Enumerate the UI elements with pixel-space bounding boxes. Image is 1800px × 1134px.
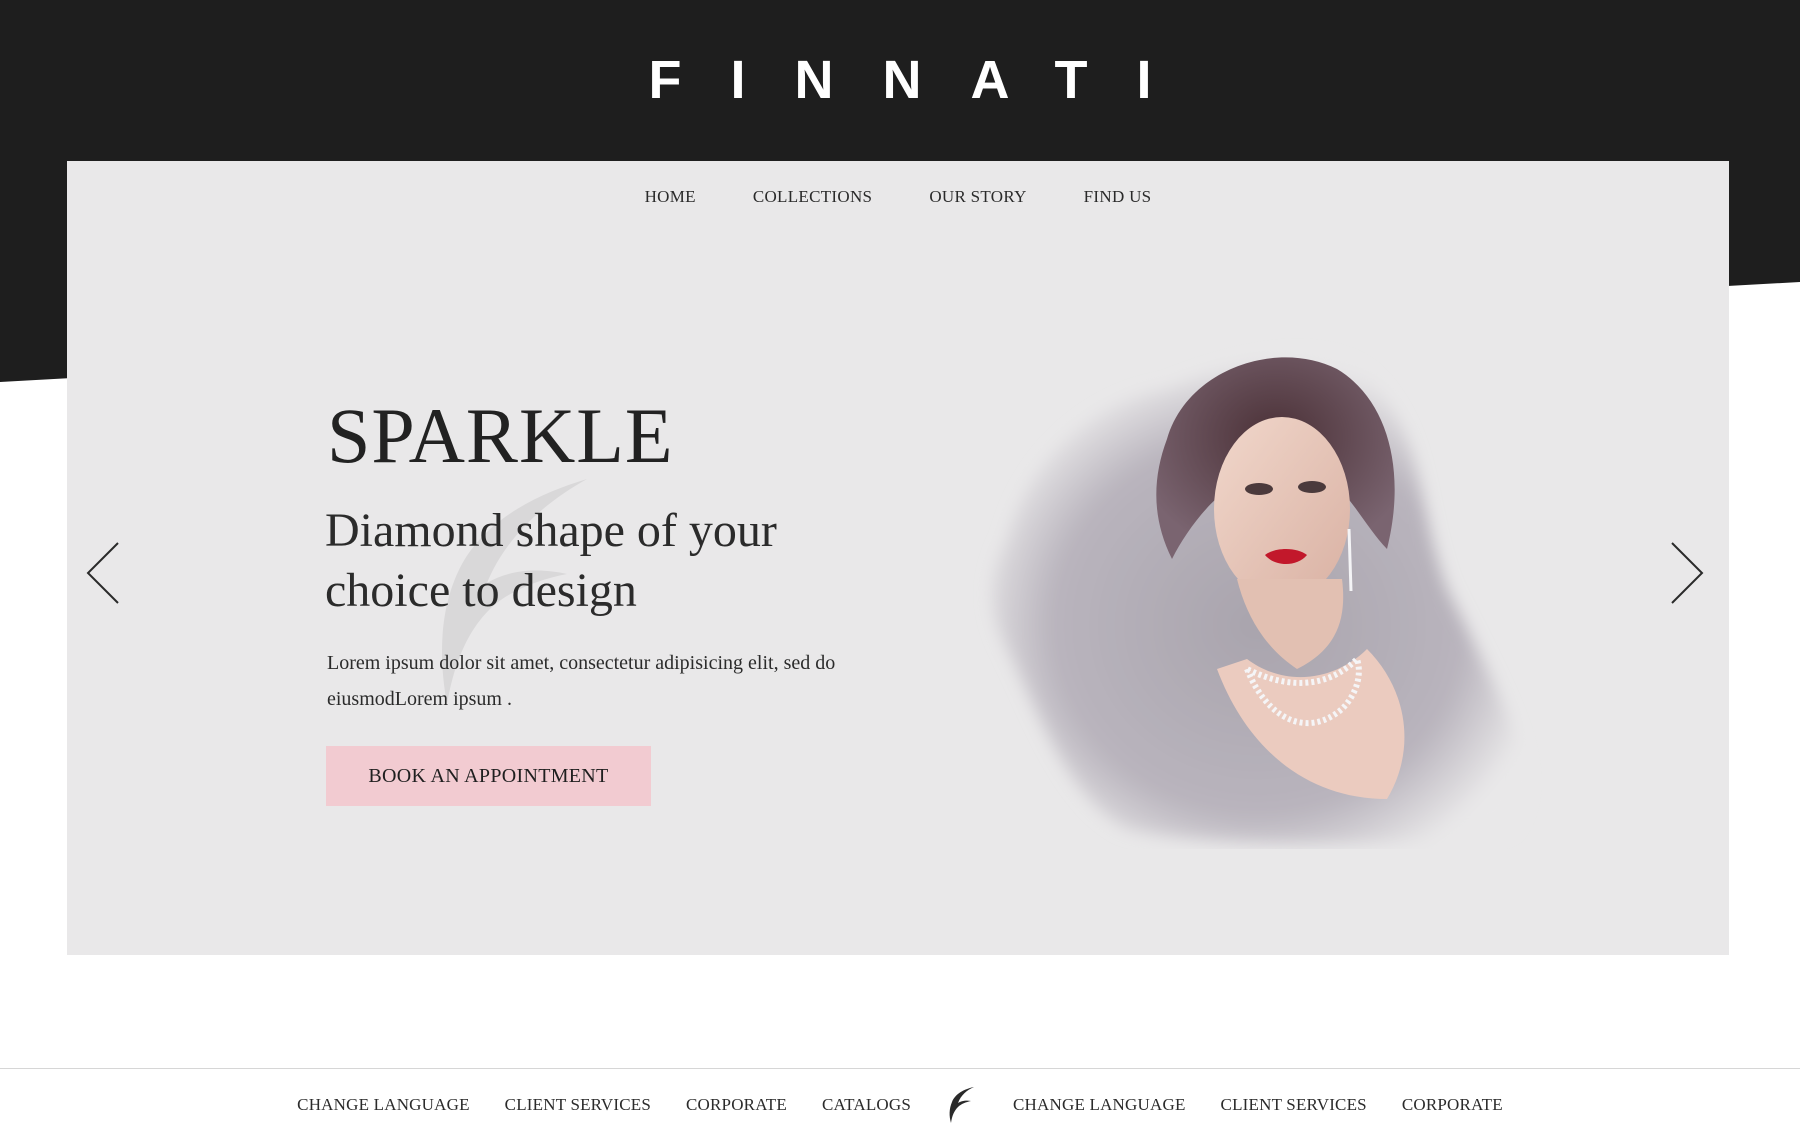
footer-client-services-2[interactable]: CLIENT SERVICES (1221, 1095, 1367, 1115)
footer-corporate[interactable]: CORPORATE (686, 1095, 787, 1115)
footer-divider (0, 1068, 1800, 1069)
nav-item-home[interactable]: HOME (645, 187, 696, 207)
chevron-left-icon[interactable] (85, 541, 125, 605)
footer-client-services[interactable]: CLIENT SERVICES (505, 1095, 651, 1115)
chevron-right-icon[interactable] (1665, 541, 1705, 605)
main-nav: HOME COLLECTIONS OUR STORY FIND US (67, 187, 1729, 207)
hero-body: Lorem ipsum dolor sit amet, consectetur … (327, 652, 836, 710)
finnati-f-logo-icon[interactable] (946, 1085, 978, 1125)
footer-change-language-2[interactable]: CHANGE LANGUAGE (1013, 1095, 1186, 1115)
hero-title: SPARKLE (327, 392, 674, 479)
hero-banner: HOME COLLECTIONS OUR STORY FIND US SPARK… (67, 161, 1729, 955)
book-appointment-button[interactable]: BOOK AN APPOINTMENT (326, 746, 651, 806)
nav-item-our-story[interactable]: OUR STORY (929, 187, 1026, 207)
footer-links: CHANGE LANGUAGE CLIENT SERVICES CORPORAT… (0, 1085, 1800, 1125)
hero-subtitle: Diamond shape of your choice to design (325, 504, 777, 617)
model-portrait-image (992, 357, 1524, 844)
footer-catalogs[interactable]: CATALOGS (822, 1095, 911, 1115)
brand-logo[interactable]: FINNATI (0, 40, 1800, 120)
nav-item-find-us[interactable]: FIND US (1084, 187, 1152, 207)
nav-item-collections[interactable]: COLLECTIONS (753, 187, 872, 207)
footer-corporate-2[interactable]: CORPORATE (1402, 1095, 1503, 1115)
footer-change-language[interactable]: CHANGE LANGUAGE (297, 1095, 470, 1115)
